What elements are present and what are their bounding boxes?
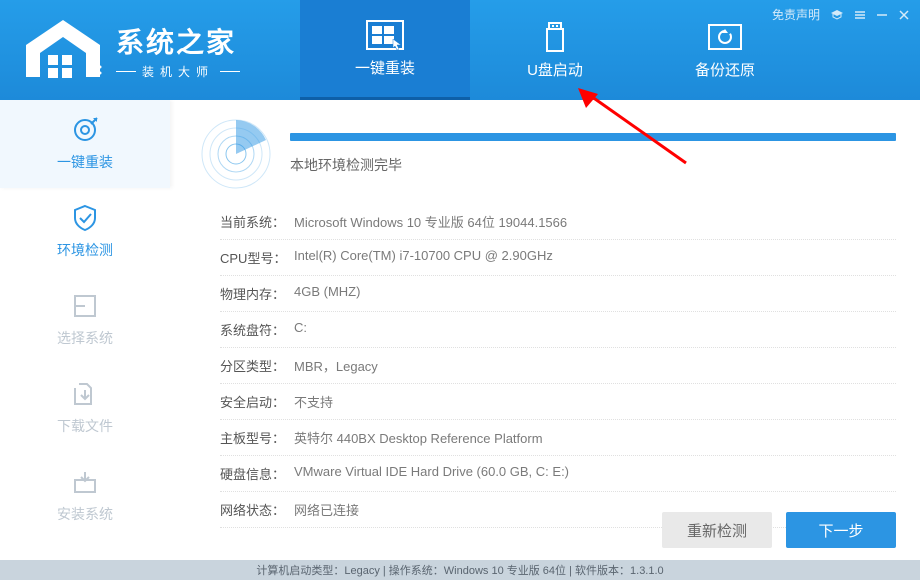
sidebar-item-reinstall[interactable]: 一键重装 — [0, 100, 170, 188]
recheck-button[interactable]: 重新检测 — [662, 512, 772, 548]
logo-icon — [18, 15, 108, 85]
action-buttons: 重新检测 下一步 — [662, 512, 896, 548]
sidebar-label: 一键重装 — [57, 152, 113, 172]
install-icon — [71, 468, 99, 496]
logo-title: 系统之家 — [116, 21, 240, 61]
top-tabs: 一键重装 U盘启动 备份还原 — [300, 0, 810, 100]
info-row-drive: 系统盘符：C: — [220, 312, 896, 348]
info-row-os: 当前系统：Microsoft Windows 10 专业版 64位 19044.… — [220, 204, 896, 240]
close-icon[interactable] — [898, 9, 910, 21]
info-row-memory: 物理内存：4GB (MHZ) — [220, 276, 896, 312]
statusbar: 计算机启动类型：Legacy | 操作系统：Windows 10 专业版 64位… — [0, 560, 920, 580]
tab-label: 一键重装 — [355, 57, 415, 78]
sidebar-label: 安装系统 — [57, 504, 113, 524]
radar-icon — [200, 118, 272, 190]
scan-row: 本地环境检测完毕 — [200, 118, 896, 190]
menu-icon[interactable] — [854, 9, 866, 21]
usb-icon — [535, 21, 575, 53]
info-row-partition: 分区类型：MBR，Legacy — [220, 348, 896, 384]
graduation-icon[interactable] — [830, 9, 844, 21]
tab-label: U盘启动 — [527, 59, 583, 80]
sidebar-item-select-system[interactable]: 选择系统 — [0, 276, 170, 364]
info-row-motherboard: 主板型号：英特尔 440BX Desktop Reference Platfor… — [220, 420, 896, 456]
sidebar: 一键重装 环境检测 选择系统 下载文件 安装系统 — [0, 100, 170, 560]
sidebar-item-install[interactable]: 安装系统 — [0, 452, 170, 540]
download-icon — [71, 380, 99, 408]
tab-reinstall[interactable]: 一键重装 — [300, 0, 470, 100]
scan-status: 本地环境检测完毕 — [290, 155, 896, 175]
backup-icon — [705, 21, 745, 53]
windows-cursor-icon — [365, 19, 405, 51]
window-controls: 免责声明 — [772, 6, 910, 23]
info-list: 当前系统：Microsoft Windows 10 专业版 64位 19044.… — [200, 204, 896, 528]
main-panel: 本地环境检测完毕 当前系统：Microsoft Windows 10 专业版 6… — [170, 100, 920, 560]
disclaimer-link[interactable]: 免责声明 — [772, 6, 820, 23]
sidebar-label: 环境检测 — [57, 240, 113, 260]
logo-subtitle: 装机大师 — [116, 63, 240, 80]
body: 一键重装 环境检测 选择系统 下载文件 安装系统 — [0, 100, 920, 560]
info-row-cpu: CPU型号：Intel(R) Core(TM) i7-10700 CPU @ 2… — [220, 240, 896, 276]
sidebar-item-download[interactable]: 下载文件 — [0, 364, 170, 452]
shield-check-icon — [71, 204, 99, 232]
info-row-disk: 硬盘信息：VMware Virtual IDE Hard Drive (60.0… — [220, 456, 896, 492]
header: 系统之家 装机大师 一键重装 U盘启动 备份还原 免责声明 — [0, 0, 920, 100]
tab-label: 备份还原 — [695, 59, 755, 80]
selection-icon — [71, 292, 99, 320]
sidebar-label: 下载文件 — [57, 416, 113, 436]
progress-bar — [290, 133, 896, 141]
sidebar-label: 选择系统 — [57, 328, 113, 348]
logo: 系统之家 装机大师 — [18, 15, 240, 85]
sidebar-item-env-check[interactable]: 环境检测 — [0, 188, 170, 276]
tab-usb-boot[interactable]: U盘启动 — [470, 0, 640, 100]
target-icon — [71, 116, 99, 144]
info-row-secure-boot: 安全启动：不支持 — [220, 384, 896, 420]
minimize-icon[interactable] — [876, 9, 888, 21]
next-button[interactable]: 下一步 — [786, 512, 896, 548]
